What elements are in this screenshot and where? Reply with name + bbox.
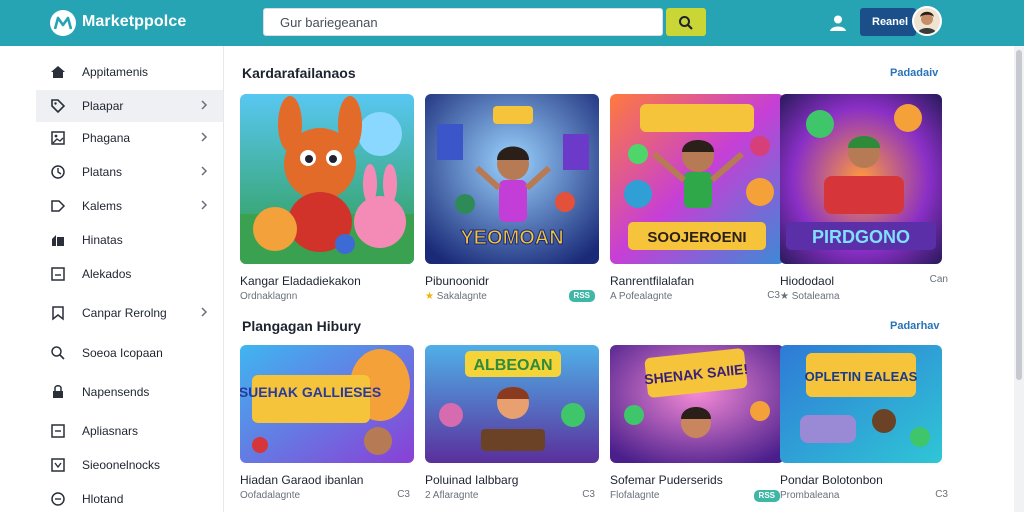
card-subtitle: Ordnaklagnn	[240, 291, 298, 302]
building-icon	[52, 235, 64, 246]
chevron-right-icon	[201, 200, 208, 210]
sidebar-item-2[interactable]: Phagana	[36, 122, 223, 154]
card-thumbnail[interactable]: SOOJEROENI	[610, 94, 784, 264]
sidebar-item-5[interactable]: Hinatas	[36, 224, 223, 256]
sidebar-item-label: Alekados	[82, 267, 132, 281]
card-subtitle: 2 Aflaragnte	[425, 490, 479, 501]
card-tag: RSS	[753, 490, 780, 502]
clock-icon	[51, 165, 65, 179]
card-title[interactable]: Pibunoonidr	[425, 274, 489, 288]
sidebar-item-label: Kalems	[82, 199, 123, 213]
chevron-right-icon	[201, 166, 208, 176]
sidebar-item-11[interactable]: Sieoonelnocks	[36, 449, 223, 481]
card-subtitle: ★ Sakalagnte	[425, 291, 487, 302]
checkbox-icon	[51, 424, 65, 438]
lock-icon	[53, 385, 63, 398]
box-icon	[51, 267, 65, 281]
card-tag: C3	[397, 489, 410, 500]
card-tag: RSS	[568, 290, 595, 302]
card-thumbnail[interactable]: YEOMOAN	[425, 94, 599, 264]
sidebar-item-label: Apliasnars	[82, 424, 139, 438]
label-icon	[51, 200, 66, 212]
card-tag: C3	[935, 489, 948, 500]
card-subtitle: A Pofealagnte	[610, 291, 673, 302]
card-thumbnail[interactable]	[240, 94, 414, 264]
card-subtitle: Prombaleana	[780, 490, 840, 501]
search-button[interactable]	[666, 8, 706, 36]
card-subtitle: Flofalagnte	[610, 490, 660, 501]
sidebar-item-10[interactable]: Apliasnars	[36, 415, 223, 447]
sidebar-item-7[interactable]: Canpar Rerolng	[36, 297, 223, 329]
tag-icon	[51, 99, 66, 114]
search-icon	[51, 346, 65, 360]
sidebar-item-label: Phagana	[82, 131, 131, 145]
user-profile-icon[interactable]	[828, 13, 848, 33]
scrollbar-thumb[interactable]	[1016, 50, 1022, 380]
brand-name[interactable]: Marketppolce	[82, 13, 186, 31]
card-subtitle: Oofadalagnte	[240, 490, 301, 501]
chevron-right-icon	[201, 100, 208, 110]
card-subtitle-text: Sakalagnte	[436, 291, 487, 302]
card-title[interactable]: Sofemar Puderserids	[610, 473, 723, 487]
card-tag: Can	[929, 274, 948, 285]
search-icon	[679, 16, 693, 30]
section-link[interactable]: Padadaiv	[890, 67, 938, 79]
star-icon: ★	[425, 291, 434, 302]
dropdown-icon	[51, 458, 65, 472]
card-art-label: OPLETIN EALEAS	[805, 369, 918, 384]
sidebar-item-label: Appitamenis	[82, 65, 149, 79]
card-thumbnail[interactable]: SUEHAK GALLIESES	[240, 345, 414, 463]
sidebar-item-4[interactable]: Kalems	[36, 190, 223, 222]
chevron-right-icon	[201, 307, 208, 317]
sidebar-item-6[interactable]: Alekados	[36, 258, 223, 290]
home-icon	[51, 66, 65, 78]
sidebar-item-label: Hinatas	[82, 233, 123, 247]
circle-icon	[51, 492, 65, 506]
sidebar-item-1[interactable]: Plaapar	[36, 90, 223, 122]
sidebar-item-label: Soeoa Icopaan	[82, 346, 163, 360]
card-art-label: SUEHAK GALLIESES	[240, 384, 381, 400]
card-thumbnail[interactable]: PIRDGONO	[780, 94, 942, 264]
card-art-label: PIRDGONO	[812, 227, 910, 247]
sidebar-item-label: Canpar Rerolng	[82, 306, 167, 320]
card-art-label: YEOMOAN	[460, 227, 563, 249]
card-subtitle: ★ Sotaleama	[780, 291, 840, 302]
sidebar-item-label: Platans	[82, 165, 123, 179]
sidebar-item-9[interactable]: Napensends	[36, 376, 223, 408]
sidebar-item-label: Plaapar	[82, 99, 124, 113]
sidebar-item-8[interactable]: Soeoa Icopaan	[36, 337, 223, 369]
chevron-right-icon	[201, 132, 208, 142]
card-title[interactable]: Poluinad Ialbbarg	[425, 473, 518, 487]
card-art-label: ALBEOAN	[473, 357, 552, 374]
card-title[interactable]: Ranrentfilalafan	[610, 274, 694, 288]
avatar[interactable]	[912, 6, 942, 36]
sidebar-item-0[interactable]: Appitamenis	[36, 56, 223, 88]
card-title[interactable]: Hiadan Garaod ibanlan	[240, 473, 363, 487]
sidebar-item-12[interactable]: Hlotand	[36, 483, 223, 512]
card-thumbnail[interactable]: OPLETIN EALEAS	[780, 345, 942, 463]
section-title: Plangagan Hibury	[242, 318, 362, 334]
sidebar-item-label: Hlotand	[82, 492, 124, 506]
card-subtitle-text: Sotaleama	[791, 291, 840, 302]
sidebar-item-label: Napensends	[82, 385, 150, 399]
section-link[interactable]: Padarhav	[890, 320, 940, 332]
bookmark-icon	[52, 306, 64, 321]
sidebar-item-3[interactable]: Platans	[36, 156, 223, 188]
logo-icon[interactable]	[50, 10, 76, 36]
card-title[interactable]: Hiododaol	[780, 274, 834, 288]
card-art-label: SOOJEROENI	[647, 229, 746, 246]
sidebar-item-label: Sieoonelnocks	[82, 458, 161, 472]
image-icon	[51, 131, 65, 145]
card-title[interactable]: Kangar Eladadiekakon	[240, 274, 361, 288]
card-title[interactable]: Pondar Bolotonbon	[780, 473, 883, 487]
section-title: Kardarafailanaos	[242, 65, 356, 81]
account-button[interactable]: Reanel	[860, 8, 916, 36]
card-tag: C3	[767, 290, 780, 301]
card-thumbnail[interactable]: SHENAK SAIIE!	[610, 345, 784, 463]
search-input[interactable]: Gur bariegeanan	[263, 8, 663, 36]
card-tag: C3	[582, 489, 595, 500]
star-icon: ★	[780, 291, 789, 302]
card-thumbnail[interactable]: ALBEOAN	[425, 345, 599, 463]
